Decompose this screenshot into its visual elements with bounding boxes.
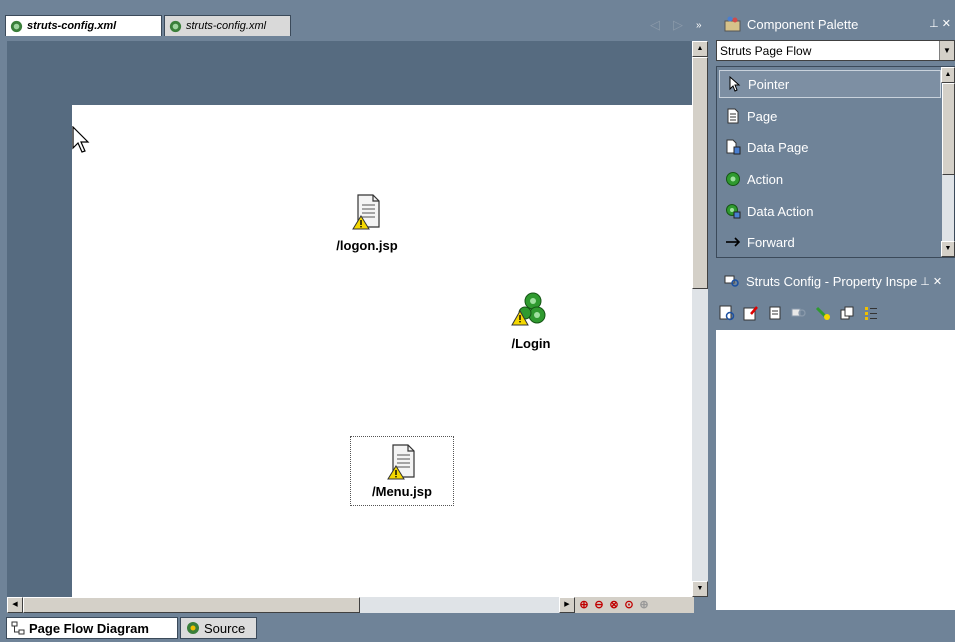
vertical-scroll-thumb[interactable] [692,57,708,289]
struts-config-icon [169,20,182,32]
node-logon-jsp[interactable]: /logon.jsp [317,193,417,253]
action-gear-warning-icon [511,292,546,326]
highlight-icon[interactable] [815,305,831,321]
jsp-page-warning-icon [387,444,415,480]
jsp-page-warning-icon [352,194,380,230]
palette-item-label: Forward [747,234,795,250]
scroll-tabs-right-icon[interactable]: ▷ [673,17,683,33]
node-label: /logon.jsp [336,238,398,253]
horizontal-scroll-thumb[interactable] [23,597,360,613]
scroll-left-icon[interactable]: ◀ [7,597,23,613]
palette-scroll-thumb[interactable] [942,83,955,175]
data-page-icon [726,139,741,155]
scroll-up-icon[interactable]: ▲ [941,67,955,83]
zoom-toolbar: ⊕ ⊖ ⊗ ⊙ ⊕ [575,597,694,613]
property-inspector-header: Struts Config - Property Inspe ⊥ ✕ [714,266,955,296]
pointer-icon [729,76,741,92]
data-action-icon [726,204,741,219]
source-icon [187,622,199,634]
struts-config-icon [10,20,23,32]
zoom-actual-icon[interactable]: ⊙ [622,598,636,612]
copy-icon[interactable] [839,305,855,321]
diagram-canvas[interactable]: /logon.jsp /Login /Menu.jsp [72,105,692,597]
forward-arrow-icon [726,237,741,247]
pin-icon[interactable]: ⊥ ✕ [929,17,951,30]
zoom-in-icon[interactable]: ⊕ [577,598,591,612]
editor-view-tabs: Page Flow Diagram Source [0,614,712,642]
scroll-down-icon[interactable]: ▼ [941,241,955,257]
palette-scrollbar[interactable]: ▲ ▼ [941,67,955,257]
palette-item-data-page[interactable]: Data Page [719,133,941,161]
action-icon [726,172,740,186]
palette-page-select[interactable]: Struts Page Flow ▼ [716,40,955,61]
diagram-horizontal-scrollbar[interactable]: ◀ ▶ [7,597,575,613]
diagram-vertical-scrollbar[interactable]: ▲ ▼ [692,41,708,597]
document-icon[interactable] [767,305,783,321]
palette-item-label: Pointer [748,76,790,92]
page-flow-diagram-area[interactable]: /logon.jsp /Login /Menu.jsp [7,41,692,597]
list-icon[interactable] [863,305,879,321]
palette-item-label: Data Action [747,203,814,219]
scroll-tabs-left-icon[interactable]: ◁ [650,17,660,33]
mouse-cursor-icon [72,126,90,153]
palette-item-page[interactable]: Page [719,102,941,130]
tab-label: Page Flow Diagram [29,620,149,636]
palette-item-label: Page [747,108,778,124]
inspector-title: Struts Config - Property Inspe [746,273,918,289]
zoom-out-icon[interactable]: ⊖ [592,598,606,612]
scroll-right-icon[interactable]: ▶ [559,597,575,613]
palette-header: Component Palette ⊥ ✕ [714,10,955,38]
tab-struts-config[interactable]: struts-config.xml [164,15,291,36]
palette-item-forward[interactable]: Forward [719,228,941,256]
property-inspector-body [716,330,955,610]
tab-list-chevron-icon[interactable]: » [696,20,702,31]
palette-page-value: Struts Page Flow [720,43,812,58]
node-label: /Login [511,336,551,351]
node-menu-jsp[interactable]: /Menu.jsp [350,436,454,506]
palette-item-label: Data Page [747,139,809,155]
palette-title: Component Palette [747,16,859,32]
page-icon [727,108,739,124]
tab-label: struts-config.xml [186,20,267,32]
chevron-down-icon[interactable]: ▼ [939,41,954,60]
right-panel-footer [714,610,955,642]
tab-label: Source [204,620,246,636]
palette-item-label: Action [747,171,784,187]
tab-struts-config-active[interactable]: struts-config.xml [5,15,162,36]
tab-page-flow-diagram[interactable]: Page Flow Diagram [6,617,178,639]
diagram-icon [11,621,25,635]
node-login-action[interactable]: /Login [481,289,581,351]
zoom-selection-icon[interactable]: ⊕ [637,598,651,612]
scroll-down-icon[interactable]: ▼ [692,581,708,597]
palette-item-data-action[interactable]: Data Action [719,197,941,225]
pin-icon[interactable]: ⊥ ✕ [920,275,942,288]
palette-item-list: Pointer Page Data Page Action Data Actio… [716,66,955,258]
tab-label: struts-config.xml [27,20,117,32]
properties-icon[interactable] [719,305,735,321]
node-label: /Menu.jsp [372,484,432,499]
palette-item-action[interactable]: Action [719,165,941,193]
edit-icon[interactable] [743,305,759,321]
inspector-toolbar [716,298,955,328]
tab-source[interactable]: Source [180,617,257,639]
inspector-icon [724,275,739,287]
zoom-fit-icon[interactable]: ⊗ [607,598,621,612]
scroll-up-icon[interactable]: ▲ [692,41,708,57]
find-icon[interactable] [791,305,807,321]
palette-item-pointer[interactable]: Pointer [719,70,941,98]
editor-tab-strip: struts-config.xml struts-config.xml ◁ ▷ … [0,0,712,41]
palette-icon [724,16,741,32]
